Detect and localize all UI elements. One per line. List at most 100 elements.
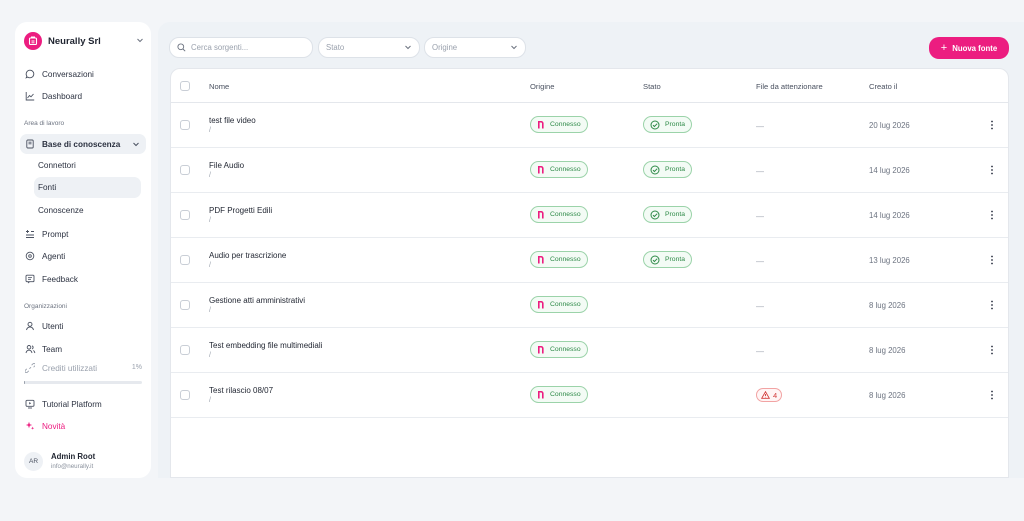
origine-filter[interactable]: Origine [424,37,526,58]
row-checkbox[interactable] [180,165,190,175]
created-date: 14 lug 2026 [869,166,910,175]
nav-team[interactable]: Team [20,339,146,359]
warning-icon [761,391,770,399]
status-label: Pronta [665,166,686,173]
user-icon [24,320,36,332]
table-row[interactable]: File Audio / Connesso Pronta — 14 lug 20… [171,148,1008,193]
table-row[interactable]: Test embedding file multimediali / Conne… [171,328,1008,373]
source-path: / [209,352,211,359]
nav-tutorial[interactable]: Tutorial Platform [20,394,146,414]
sparkle-icon [24,420,36,432]
user-email: info@neurally.it [51,463,94,470]
warning-badge[interactable]: 4 [756,388,783,402]
book-icon [24,138,36,150]
prompt-icon [24,228,36,240]
table-row[interactable]: test file video / Connesso Pronta — 20 l… [171,103,1008,148]
table-header: Nome Origine Stato File da attenzionare … [171,69,1008,103]
created-date: 13 lug 2026 [869,256,910,265]
neurally-logo-icon [537,210,545,219]
nav-fonti[interactable]: Fonti [34,177,141,198]
nav-base-di-conoscenza[interactable]: Base di conoscenza [20,134,146,154]
status-badge: Pronta [643,206,693,223]
origin-badge: Connesso [530,206,588,223]
origin-label: Connesso [550,301,581,308]
source-name: File Audio [209,161,245,170]
more-options-icon[interactable] [989,209,995,221]
column-created[interactable]: Creato il [869,82,897,91]
nav-feedback[interactable]: Feedback [20,269,146,289]
column-origin[interactable]: Origine [530,82,554,91]
column-status[interactable]: Stato [643,82,661,91]
more-options-icon[interactable] [989,344,995,356]
nav-novita[interactable]: Novità [20,416,146,436]
org-logo-icon [24,32,42,50]
nav-conoscenze[interactable]: Conoscenze [34,200,141,221]
row-checkbox[interactable] [180,300,190,310]
agent-icon [24,250,36,262]
created-date: 8 lug 2026 [869,301,906,310]
files-attention: — [756,347,764,356]
nav-connettori[interactable]: Connettori [34,155,141,176]
created-date: 14 lug 2026 [869,211,910,220]
chevron-down-icon [510,43,518,53]
search-placeholder: Cerca sorgenti... [191,43,249,52]
table-row[interactable]: Test rilascio 08/07 / Connesso 4 8 lug 2… [171,373,1008,418]
files-attention: — [756,302,764,311]
column-name[interactable]: Nome [209,82,229,91]
origin-badge: Connesso [530,251,588,268]
more-options-icon[interactable] [989,389,995,401]
nav-label: Base di conoscenza [42,139,121,149]
search-input[interactable]: Cerca sorgenti... [169,37,313,58]
section-organizzazioni: Organizzazioni [24,303,67,310]
nav-label: Utenti [42,321,64,331]
origin-label: Connesso [550,346,581,353]
org-switcher[interactable]: Neurally Srl [24,31,146,51]
table-row[interactable]: Gestione atti amministrativi / Connesso … [171,283,1008,328]
neurally-logo-icon [537,165,545,174]
new-source-button[interactable]: + Nuova fonte [929,37,1009,59]
table-row[interactable]: Audio per trascrizione / Connesso Pronta… [171,238,1008,283]
table-row[interactable]: PDF Progetti Edili / Connesso Pronta — 1… [171,193,1008,238]
status-badge: Pronta [643,116,693,133]
row-checkbox[interactable] [180,210,190,220]
sidebar: Neurally Srl Conversazioni Dashboard Are… [15,22,151,478]
credits-percent: 1% [131,364,142,371]
row-checkbox[interactable] [180,390,190,400]
nav-crediti[interactable]: Crediti utilizzati [20,358,146,378]
more-options-icon[interactable] [989,164,995,176]
origin-badge: Connesso [530,161,588,178]
row-checkbox[interactable] [180,120,190,130]
source-path: / [209,307,211,314]
more-options-icon[interactable] [989,254,995,266]
origin-label: Connesso [550,211,581,218]
nav-label: Conoscenze [38,206,84,215]
more-options-icon[interactable] [989,299,995,311]
status-badge: Pronta [643,251,693,268]
nav-label: Crediti utilizzati [42,363,98,373]
user-menu[interactable]: AR Admin Root info@neurally.it [24,448,144,474]
files-attention: — [756,122,764,131]
neurally-logo-icon [537,300,545,309]
chart-icon [24,90,36,102]
more-options-icon[interactable] [989,119,995,131]
chat-icon [24,68,36,80]
nav-label: Dashboard [42,91,83,101]
origin-badge: Connesso [530,386,588,403]
select-all-checkbox[interactable] [180,81,190,91]
column-files[interactable]: File da attenzionare [756,82,823,91]
check-circle-icon [650,165,660,175]
stato-filter[interactable]: Stato [318,37,420,58]
nav-conversazioni[interactable]: Conversazioni [20,64,146,84]
row-checkbox[interactable] [180,255,190,265]
origin-badge: Connesso [530,341,588,358]
nav-prompt[interactable]: Prompt [20,224,146,244]
nav-label: Connettori [38,161,76,170]
nav-dashboard[interactable]: Dashboard [20,86,146,106]
chevron-down-icon [404,43,412,53]
row-checkbox[interactable] [180,345,190,355]
status-label: Pronta [665,121,686,128]
nav-agenti[interactable]: Agenti [20,246,146,266]
origin-label: Connesso [550,391,581,398]
nav-utenti[interactable]: Utenti [20,316,146,336]
files-attention: — [756,167,764,176]
